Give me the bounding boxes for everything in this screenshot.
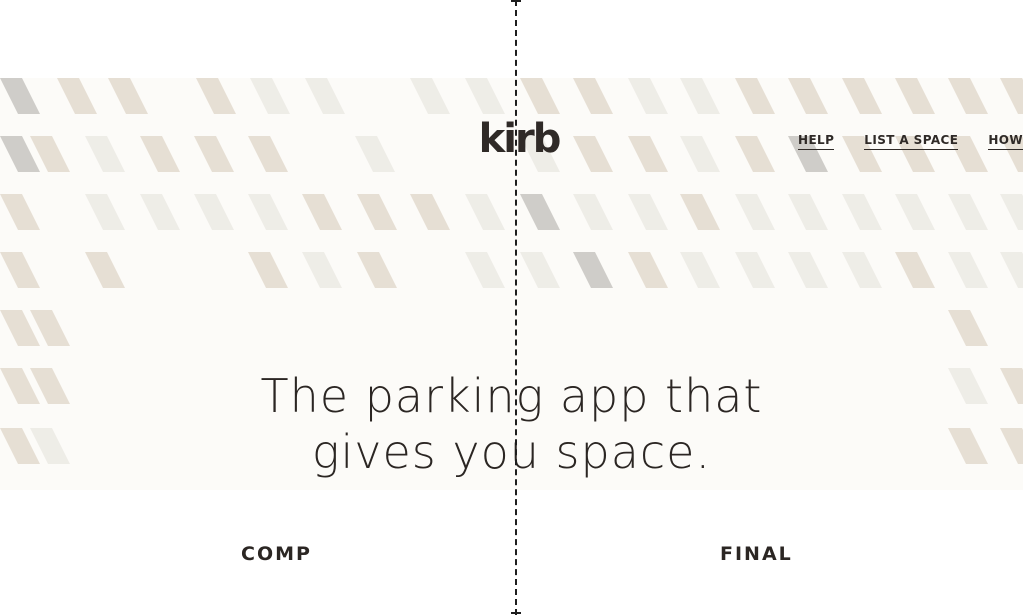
stripe [842, 194, 882, 230]
stripe [108, 78, 148, 114]
stripe [355, 136, 395, 172]
final-label: FINAL [720, 543, 793, 565]
stripe [248, 136, 288, 172]
stripe [194, 136, 234, 172]
stripe [248, 252, 288, 288]
stripe [357, 252, 397, 288]
stripe [520, 252, 560, 288]
stripe [573, 194, 613, 230]
headline-line-2: gives you space. [311, 425, 712, 479]
stripe [357, 194, 397, 230]
stripe [680, 252, 720, 288]
stripe [410, 194, 450, 230]
stripe [410, 78, 450, 114]
stripe [573, 78, 613, 114]
kirb-logo[interactable]: kirb [470, 117, 568, 161]
stripe [573, 252, 613, 288]
stripe [0, 194, 40, 230]
stripe [305, 78, 345, 114]
stripe [895, 194, 935, 230]
stripe [302, 252, 342, 288]
stripe [465, 194, 505, 230]
stripe [140, 136, 180, 172]
comparison-divider [515, 0, 517, 615]
stripe [895, 252, 935, 288]
stripe [0, 252, 40, 288]
stripe [628, 194, 668, 230]
stripe [194, 194, 234, 230]
stripe [948, 78, 988, 114]
nav-link-help[interactable]: HELP [798, 133, 835, 150]
nav-link-list-a-space[interactable]: LIST A SPACE [864, 133, 959, 150]
comp-label: COMP [241, 543, 312, 565]
stripe [735, 78, 775, 114]
stripe [680, 78, 720, 114]
stripe [520, 194, 560, 230]
stripe [948, 252, 988, 288]
top-nav: HELP LIST A SPACE HOW [798, 133, 1023, 150]
stripe [628, 78, 668, 114]
stripe [948, 194, 988, 230]
stripe [85, 136, 125, 172]
divider-top-cap [511, 0, 521, 2]
stripe [0, 78, 40, 114]
stripe [788, 78, 828, 114]
stripe [680, 194, 720, 230]
stripe [788, 252, 828, 288]
stripe [250, 78, 290, 114]
stripe [1000, 194, 1023, 230]
stripe [85, 252, 125, 288]
stripe [735, 252, 775, 288]
stripe [628, 136, 668, 172]
stripe [85, 194, 125, 230]
stripe [1000, 78, 1023, 114]
stripe [842, 252, 882, 288]
hero-headline: The parking app that gives you space. [0, 368, 1023, 480]
stripe [735, 136, 775, 172]
headline-line-1: The parking app that [260, 369, 763, 423]
stripe [788, 194, 828, 230]
stripe [628, 252, 668, 288]
stripe [520, 78, 560, 114]
stripe [140, 194, 180, 230]
stripe [465, 252, 505, 288]
stripe [895, 78, 935, 114]
stripe [302, 194, 342, 230]
stripe [196, 78, 236, 114]
stripe [842, 78, 882, 114]
divider-bottom-cap [511, 612, 521, 614]
stripe [1000, 252, 1023, 288]
stripe [248, 194, 288, 230]
comparison-canvas: kirb HELP LIST A SPACE HOW The parking a… [0, 0, 1023, 615]
stripe [735, 194, 775, 230]
nav-link-how[interactable]: HOW [988, 133, 1023, 150]
stripe [573, 136, 613, 172]
stripe [57, 78, 97, 114]
stripe [465, 78, 505, 114]
stripe [680, 136, 720, 172]
stripe [948, 310, 988, 346]
